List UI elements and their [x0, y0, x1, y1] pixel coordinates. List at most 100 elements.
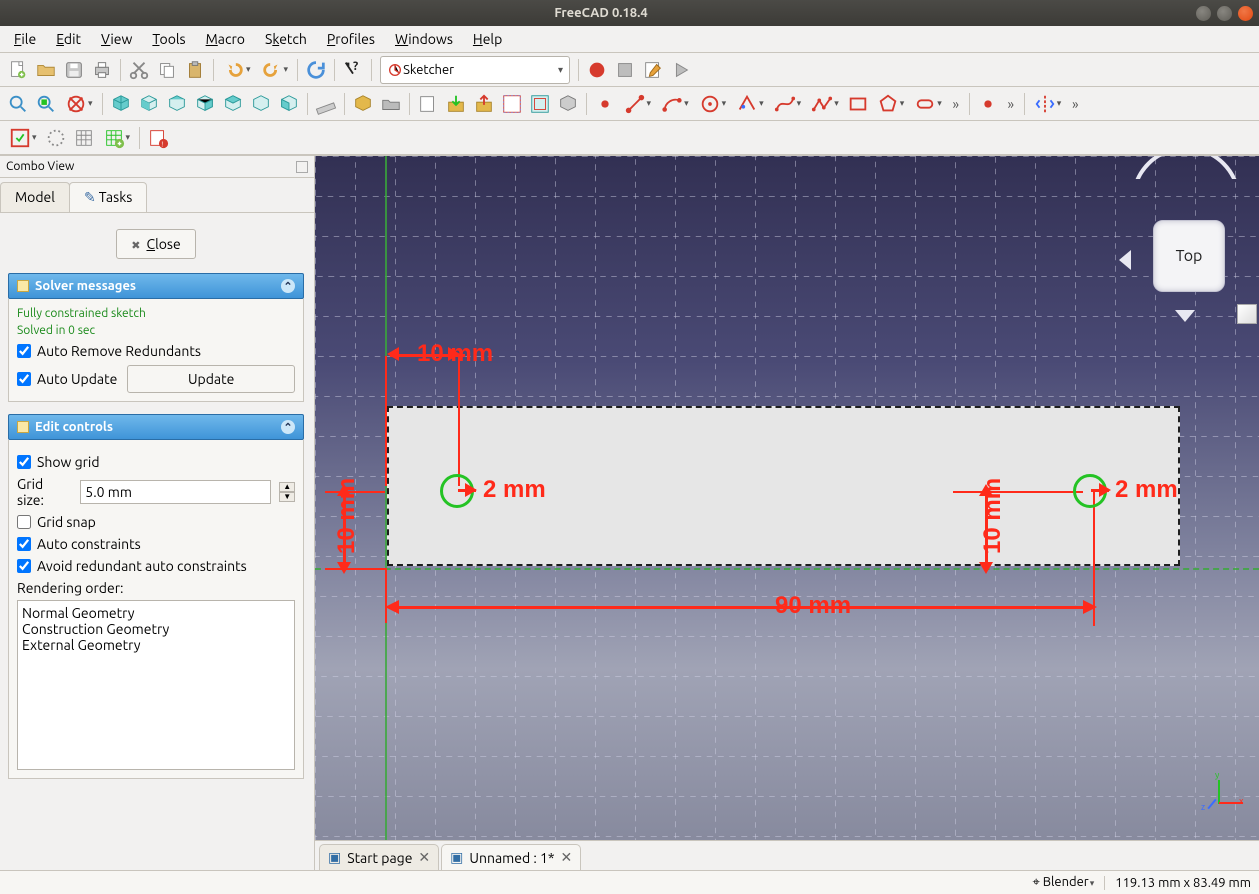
view-right-icon[interactable]: [192, 91, 218, 117]
menu-tools[interactable]: Tools: [142, 28, 195, 50]
menu-help[interactable]: Help: [463, 28, 512, 50]
print-icon[interactable]: [89, 57, 115, 83]
sk-circle-icon[interactable]: ▾: [695, 91, 731, 117]
sk-leave-icon[interactable]: ▾: [5, 125, 41, 151]
auto-constraints-checkbox[interactable]: Auto constraints: [17, 536, 295, 552]
toolbar-overflow-icon[interactable]: »: [1067, 91, 1083, 117]
sk-conic-icon[interactable]: ▾: [732, 91, 768, 117]
close-icon[interactable]: ✕: [561, 849, 573, 866]
refresh-icon[interactable]: [303, 57, 329, 83]
tasks-panel[interactable]: Close Solver messages ⌃ Fully constraine…: [0, 213, 314, 870]
menu-view[interactable]: View: [91, 28, 142, 50]
zoom-selection-icon[interactable]: [33, 91, 59, 117]
window-maximize-button[interactable]: [1217, 6, 1232, 21]
3d-viewport[interactable]: 10 mm 10 mm 10 mm 90 mm 2: [315, 156, 1259, 840]
menu-sketch[interactable]: Sketch: [255, 28, 317, 50]
macro-edit-icon[interactable]: [640, 57, 666, 83]
show-grid-checkbox[interactable]: Show grid: [17, 454, 295, 470]
undo-icon[interactable]: ▾: [219, 57, 255, 83]
sk-view-section-icon[interactable]: [43, 125, 69, 151]
sketch-edit-icon[interactable]: [527, 91, 553, 117]
sk-line-icon[interactable]: ▾: [620, 91, 656, 117]
view-left-icon[interactable]: [276, 91, 302, 117]
auto-remove-redundants-checkbox[interactable]: Auto Remove Redundants: [17, 343, 295, 359]
menu-file[interactable]: File: [4, 28, 46, 50]
tab-tasks[interactable]: ✎Tasks: [69, 182, 147, 212]
sk-select-conflict-icon[interactable]: !: [145, 125, 171, 151]
macro-record-icon[interactable]: [584, 57, 610, 83]
dim-label-top[interactable]: 10 mm: [417, 340, 493, 368]
view-bottom-icon[interactable]: [248, 91, 274, 117]
whats-this-icon[interactable]: ?: [340, 57, 366, 83]
view-front-icon[interactable]: [136, 91, 162, 117]
navcube-down-arrow[interactable]: [1175, 310, 1195, 322]
measure-icon[interactable]: [313, 91, 339, 117]
macro-stop-icon[interactable]: [612, 57, 638, 83]
link-make-icon[interactable]: [415, 91, 441, 117]
grid-size-spinner[interactable]: ▲▼: [279, 482, 295, 502]
grid-size-input[interactable]: [80, 480, 271, 504]
collapse-icon[interactable]: ⌃: [281, 420, 295, 434]
sk-symmetry-icon[interactable]: ▾: [1030, 91, 1066, 117]
menu-profiles[interactable]: Profiles: [317, 28, 385, 50]
dim-label-vertical[interactable]: 10 mm: [979, 478, 1007, 554]
macro-play-icon[interactable]: [668, 57, 694, 83]
dim-label-left[interactable]: 10 mm: [333, 478, 361, 554]
link-import-icon[interactable]: [443, 91, 469, 117]
menu-windows[interactable]: Windows: [385, 28, 463, 50]
zoom-fit-icon[interactable]: [5, 91, 31, 117]
draw-style-icon[interactable]: ▾: [61, 91, 97, 117]
toolbar-overflow-icon[interactable]: »: [1003, 91, 1019, 117]
nav-style-indicator[interactable]: ⌖ Blender▾: [1032, 875, 1094, 890]
sk-configure-icon[interactable]: ▾: [99, 125, 135, 151]
toolbar-overflow-icon[interactable]: »: [948, 91, 964, 117]
navcube-mini-cube[interactable]: [1237, 304, 1257, 324]
doc-tab-unnamed[interactable]: ▣ Unnamed : 1* ✕: [441, 844, 581, 870]
update-button[interactable]: Update: [127, 365, 295, 393]
menu-macro[interactable]: Macro: [196, 28, 255, 50]
dim-label-r1[interactable]: 2 mm: [483, 476, 546, 504]
navcube-left-arrow[interactable]: [1119, 250, 1131, 270]
avoid-redundant-checkbox[interactable]: Avoid redundant auto constraints: [17, 558, 295, 574]
copy-icon[interactable]: [154, 57, 180, 83]
cn-coincident-icon[interactable]: [975, 91, 1001, 117]
sk-polygon-icon[interactable]: ▾: [873, 91, 909, 117]
list-item[interactable]: Normal Geometry: [22, 605, 290, 621]
solver-section-header[interactable]: Solver messages ⌃: [8, 273, 304, 299]
redo-icon[interactable]: ▾: [257, 57, 293, 83]
view-top-icon[interactable]: [164, 91, 190, 117]
grid-snap-checkbox[interactable]: Grid snap: [17, 514, 295, 530]
dock-toggle-icon[interactable]: [296, 161, 308, 173]
new-file-icon[interactable]: [5, 57, 31, 83]
cut-icon[interactable]: [126, 57, 152, 83]
navcube-face[interactable]: Top: [1153, 220, 1225, 292]
list-item[interactable]: Construction Geometry: [22, 621, 290, 637]
sk-bspline-icon[interactable]: ▾: [770, 91, 806, 117]
paste-icon[interactable]: [182, 57, 208, 83]
workbench-selector[interactable]: Sketcher ▾: [380, 56, 570, 84]
group-icon[interactable]: [378, 91, 404, 117]
view-iso-icon[interactable]: [108, 91, 134, 117]
dim-label-bottom[interactable]: 90 mm: [775, 592, 851, 620]
sk-rectangle-icon[interactable]: [845, 91, 871, 117]
auto-update-checkbox[interactable]: Auto Update: [17, 371, 117, 387]
open-file-icon[interactable]: [33, 57, 59, 83]
link-export-icon[interactable]: [471, 91, 497, 117]
close-button[interactable]: Close: [116, 229, 195, 259]
navigation-cube[interactable]: Top: [1125, 176, 1245, 326]
sk-arc-icon[interactable]: ▾: [657, 91, 693, 117]
window-close-button[interactable]: [1238, 6, 1253, 21]
tab-model[interactable]: Model: [0, 182, 70, 212]
sk-point-icon[interactable]: [592, 91, 618, 117]
collapse-icon[interactable]: ⌃: [281, 279, 295, 293]
sk-grid-icon[interactable]: [71, 125, 97, 151]
menu-edit[interactable]: Edit: [46, 28, 91, 50]
sketch-map-icon[interactable]: [555, 91, 581, 117]
sketch-new-icon[interactable]: [499, 91, 525, 117]
doc-tab-start[interactable]: ▣ Start page ✕: [319, 844, 439, 870]
save-file-icon[interactable]: [61, 57, 87, 83]
list-item[interactable]: External Geometry: [22, 637, 290, 653]
part-icon[interactable]: [350, 91, 376, 117]
view-rear-icon[interactable]: [220, 91, 246, 117]
rendering-order-list[interactable]: Normal Geometry Construction Geometry Ex…: [17, 600, 295, 770]
